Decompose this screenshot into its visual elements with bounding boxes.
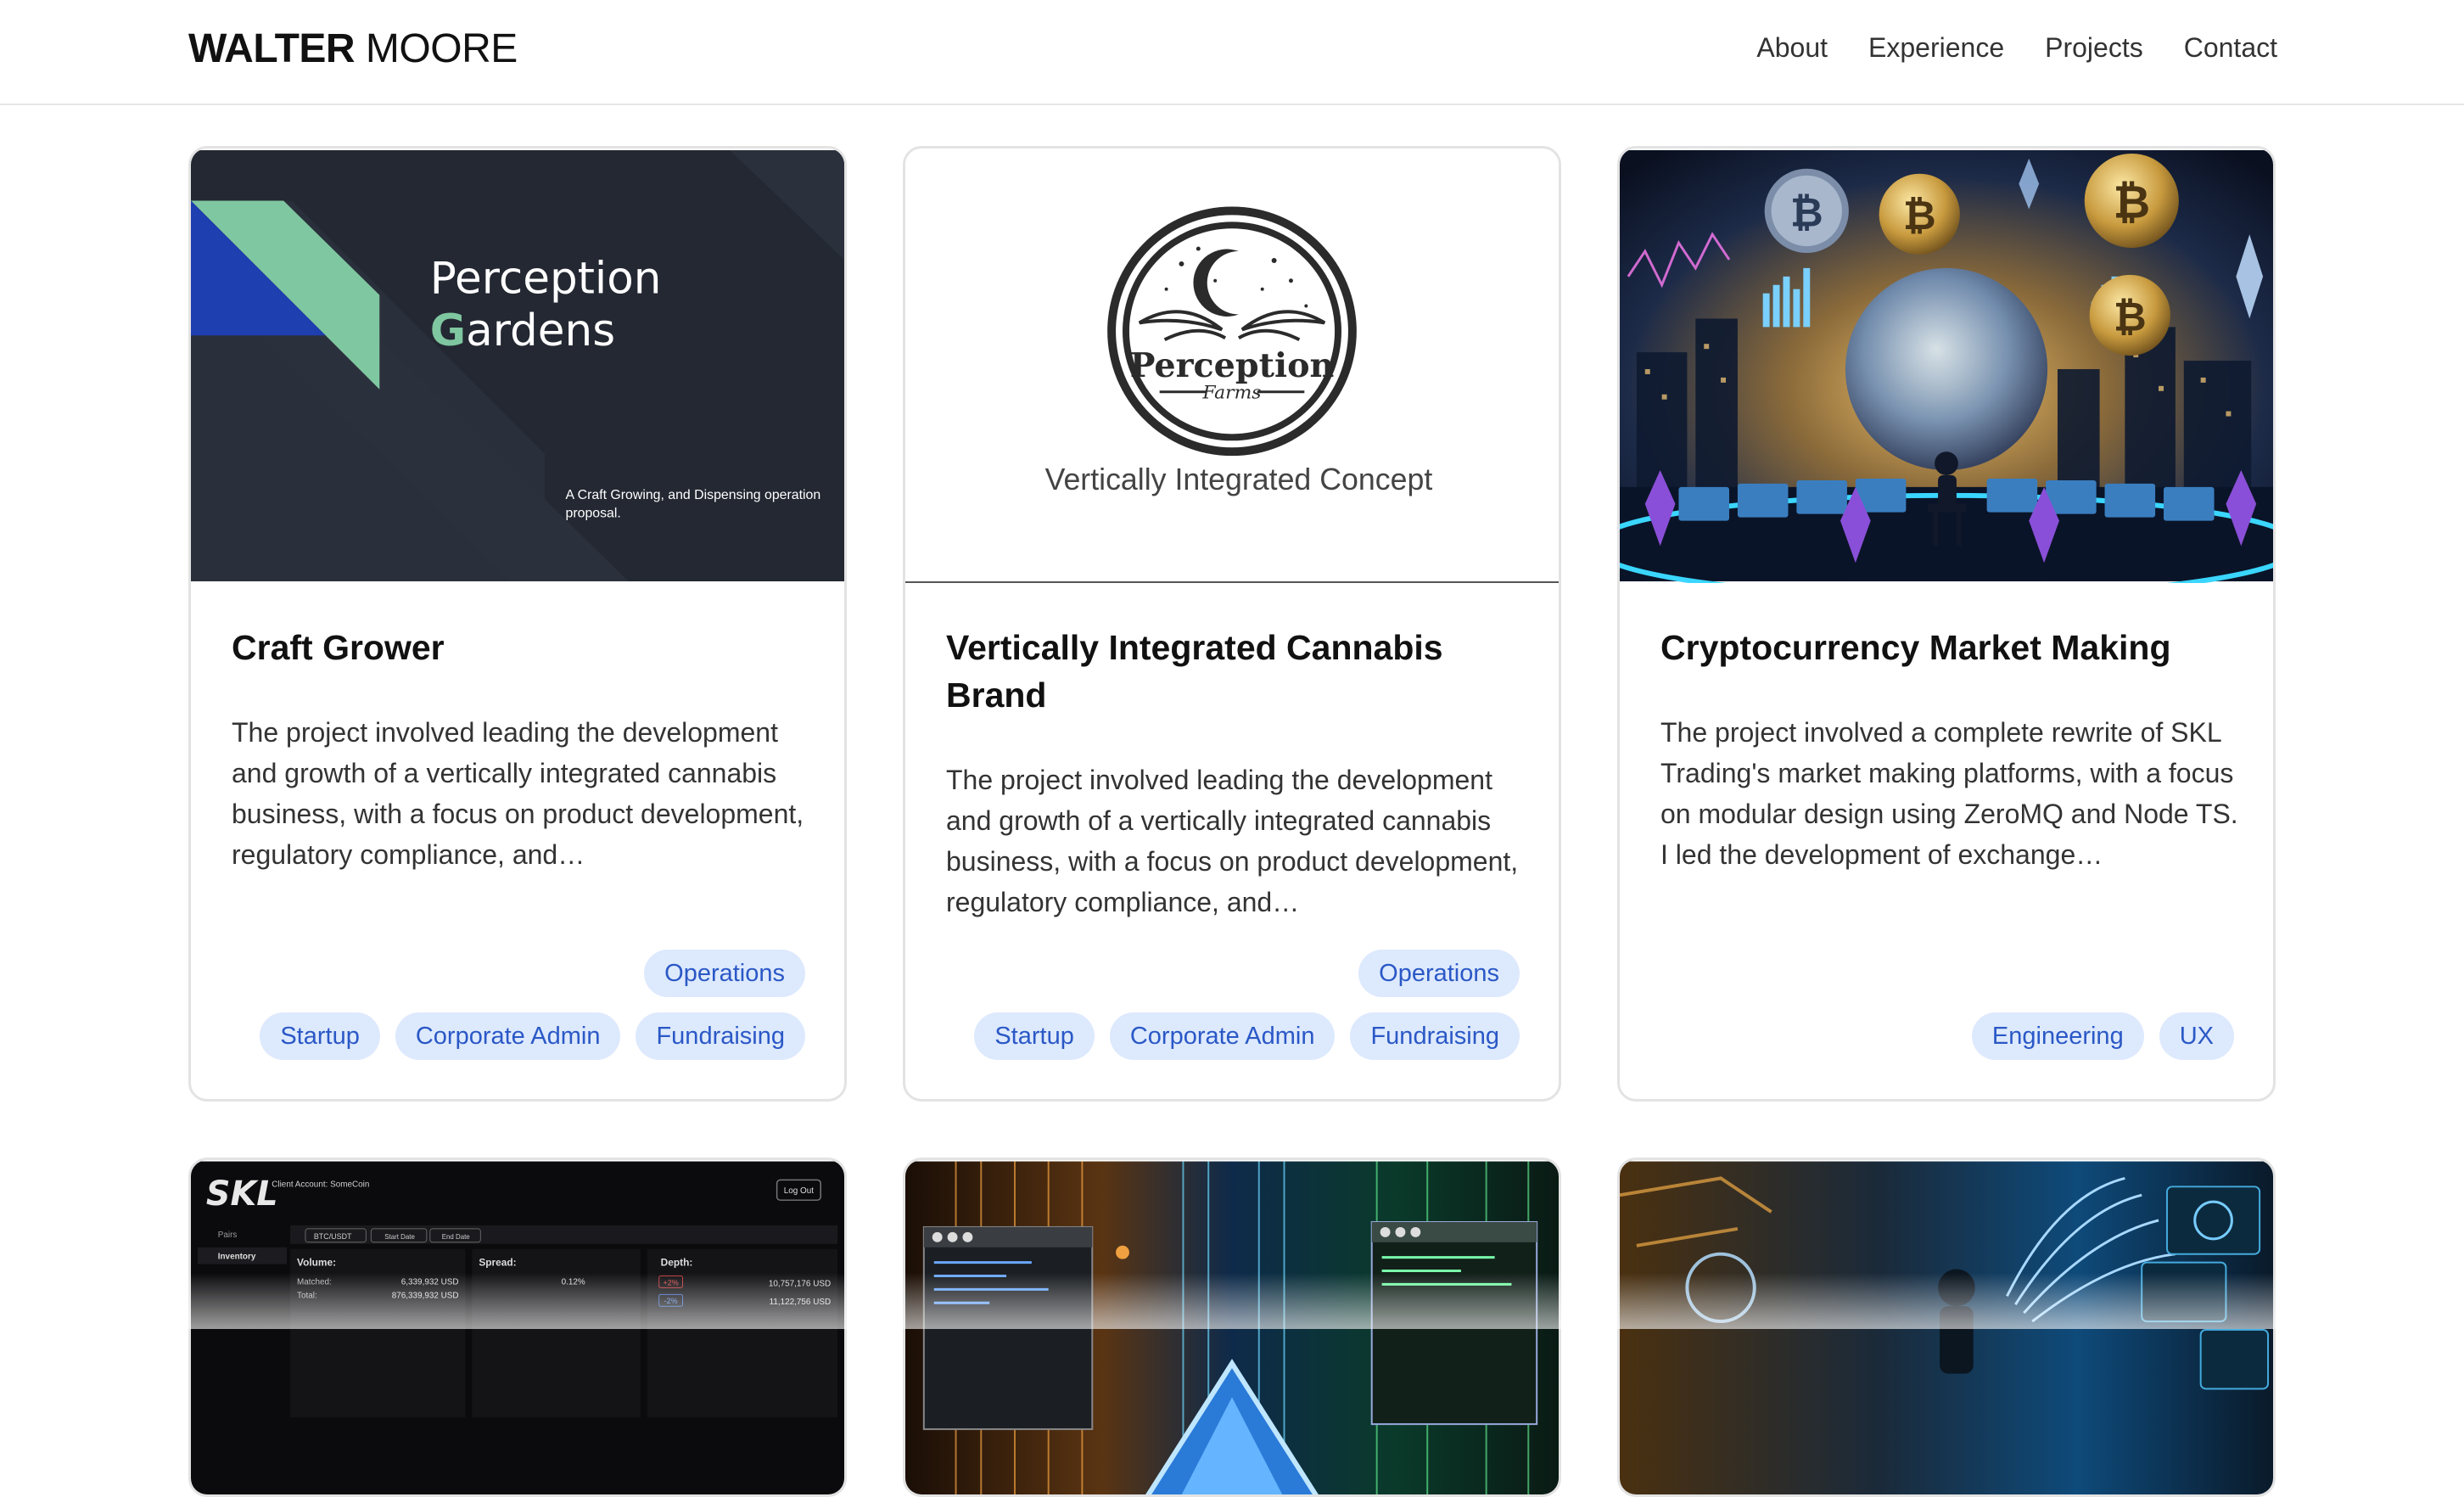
project-card-craft-grower[interactable]: Perception Gardens A Craft Growing, and … (188, 146, 847, 1102)
tag-list: Engineering UX (1649, 1012, 2234, 1060)
skl-logo-text: SKL (206, 1175, 278, 1214)
svg-text:₿: ₿ (2113, 175, 2150, 228)
skl-inventory: Inventory (218, 1253, 256, 1262)
project-card-code-visual[interactable] (903, 1158, 1561, 1497)
project-description: The project involved a complete rewrite … (1660, 717, 2238, 870)
skl-total-value: 876,339,932 USD (392, 1291, 459, 1300)
svg-text:₿: ₿ (1790, 189, 1823, 236)
skl-end-date: End Date (442, 1233, 471, 1241)
project-title[interactable]: Vertically Integrated Cannabis Brand (946, 624, 1523, 719)
skl-matched-value: 6,339,932 USD (401, 1277, 459, 1287)
slide-title-initial: G (430, 306, 466, 356)
seal-text-sub: Farms (1202, 383, 1262, 404)
skl-total-label: Total: (297, 1291, 317, 1300)
skl-pair-select: BTC/USDT (314, 1232, 352, 1241)
project-title[interactable]: Craft Grower (232, 624, 809, 671)
svg-text:₿: ₿ (2114, 294, 2147, 340)
project-title[interactable]: Cryptocurrency Market Making (1660, 624, 2237, 671)
tag-ux[interactable]: UX (2159, 1012, 2234, 1060)
project-card-skl-dashboard[interactable]: SKL Client Account: SomeCoin Log Out Pai… (188, 1158, 847, 1497)
skl-matched-label: Matched: (297, 1277, 332, 1287)
project-image-crypto-trading-room: ₿ ₿ ₿ ₿ (1620, 149, 2273, 583)
tag-fundraising[interactable]: Fundraising (1350, 1012, 1520, 1060)
site-header: WALTER MOORE About Experience Projects C… (0, 0, 2464, 105)
slide-title-line2: ardens (466, 306, 615, 356)
tag-operations[interactable]: Operations (644, 950, 805, 997)
tag-operations[interactable]: Operations (1358, 950, 1520, 997)
skl-volume-label: Volume: (297, 1257, 336, 1269)
project-image-perception-gardens: Perception Gardens A Craft Growing, and … (191, 149, 844, 583)
tag-list: Operations Startup Corporate Admin Fundr… (934, 950, 1520, 1060)
nav-experience[interactable]: Experience (1868, 32, 2004, 64)
svg-text:₿: ₿ (1903, 193, 1936, 239)
skl-pairs: Pairs (218, 1231, 238, 1240)
logo-last-name: MOORE (365, 26, 518, 71)
project-card-cannabis-brand[interactable]: Perception Farms Vertically Integrated C… (903, 146, 1561, 1102)
slide-caption-line2: proposal. (566, 507, 621, 521)
svg-text:Gardens: Gardens (430, 306, 615, 356)
tag-list: Operations Startup Corporate Admin Fundr… (220, 950, 805, 1060)
tag-corporate-admin[interactable]: Corporate Admin (395, 1012, 621, 1060)
skl-spread-label: Spread: (479, 1257, 516, 1269)
skl-logout: Log Out (784, 1186, 814, 1196)
tag-engineering[interactable]: Engineering (1971, 1012, 2144, 1060)
nav-contact[interactable]: Contact (2184, 32, 2277, 64)
perception-farms-seal-icon: Perception Farms (1107, 206, 1357, 457)
skl-depth-label: Depth: (661, 1257, 693, 1269)
image-caption: Vertically Integrated Concept (1045, 463, 1433, 496)
project-card-crypto-market-making[interactable]: ₿ ₿ ₿ ₿ Cryptocurrency Market Making The… (1617, 146, 2276, 1102)
logo-first-name: WALTER (188, 26, 356, 71)
slide-title-line1: Perception (430, 254, 662, 305)
skl-depth-up-pct: +2% (664, 1278, 679, 1287)
project-description: The project involved leading the develop… (232, 717, 804, 870)
tag-startup[interactable]: Startup (974, 1012, 1095, 1060)
project-description: The project involved leading the develop… (946, 765, 1519, 917)
skl-account: Client Account: SomeCoin (272, 1180, 369, 1189)
skl-depth-down-value: 11,122,756 USD (770, 1298, 832, 1307)
tag-startup[interactable]: Startup (260, 1012, 380, 1060)
project-card-futuristic-visual[interactable] (1617, 1158, 2276, 1497)
skl-start-date: Start Date (384, 1233, 415, 1241)
site-logo[interactable]: WALTER MOORE (188, 25, 518, 72)
tag-fundraising[interactable]: Fundraising (636, 1012, 805, 1060)
skl-depth-up-value: 10,757,176 USD (769, 1279, 831, 1288)
tag-corporate-admin[interactable]: Corporate Admin (1109, 1012, 1336, 1060)
main-nav: About Experience Projects Contact (1756, 32, 2277, 64)
project-image-perception-farms: Perception Farms Vertically Integrated C… (905, 149, 1559, 583)
seal-text-main: Perception (1130, 346, 1335, 385)
skl-spread-value: 0.12% (562, 1277, 585, 1287)
nav-projects[interactable]: Projects (2045, 32, 2143, 64)
slide-caption-line1: A Craft Growing, and Dispensing operatio… (566, 488, 821, 502)
nav-about[interactable]: About (1756, 32, 1828, 64)
skl-depth-down-pct: -2% (664, 1297, 678, 1305)
